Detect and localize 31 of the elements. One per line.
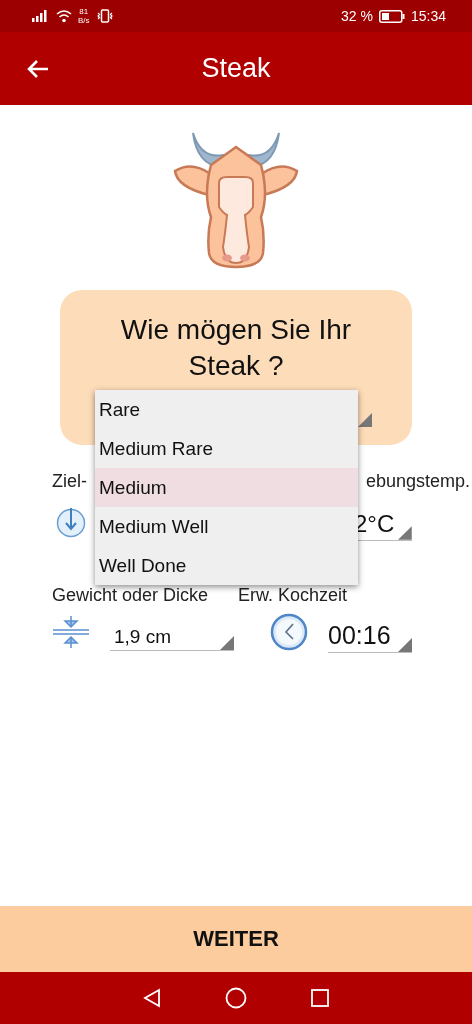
- dropdown-corner-icon[interactable]: [398, 526, 412, 540]
- thermometer-down-icon: [55, 505, 87, 538]
- network-unit: B/s: [78, 16, 90, 25]
- question-text: Wie mögen Sie Ihr Steak ?: [119, 313, 353, 383]
- field-label: Gewicht oder Dicke: [52, 585, 209, 606]
- dropdown-option[interactable]: Rare: [95, 390, 358, 429]
- screen-title: Steak: [201, 53, 271, 84]
- field-label: Ziel-: [52, 471, 87, 492]
- network-speed: 81: [79, 7, 89, 16]
- battery-icon: [378, 9, 405, 23]
- dropdown-option[interactable]: Well Done: [95, 546, 358, 585]
- home-circle-icon[interactable]: [225, 987, 247, 1009]
- clock-time: 15:34: [410, 8, 446, 24]
- clock-icon: [270, 612, 308, 651]
- thickness-dropdown[interactable]: 1,9 cm: [110, 612, 234, 651]
- recents-square-icon[interactable]: [310, 988, 331, 1008]
- back-triangle-icon[interactable]: [141, 988, 162, 1008]
- field-label: Erw. Kochzeit: [238, 585, 348, 606]
- wifi-icon: [56, 9, 72, 23]
- dropdown-corner-icon[interactable]: [398, 638, 412, 652]
- back-arrow-icon[interactable]: [26, 58, 50, 79]
- signal-icon: [32, 10, 50, 22]
- dropdown-corner-icon[interactable]: [358, 413, 372, 427]
- compress-arrows-icon: [53, 615, 89, 648]
- field-label: ebungstemp.: [365, 471, 470, 492]
- next-button[interactable]: WEITER: [0, 906, 472, 972]
- dropdown-corner-icon[interactable]: [220, 636, 234, 650]
- battery-percent: 32 %: [341, 8, 373, 24]
- cook-time-dropdown[interactable]: 00:16: [328, 610, 412, 653]
- dropdown-option[interactable]: Medium: [95, 468, 358, 507]
- vibrate-icon: [95, 9, 114, 23]
